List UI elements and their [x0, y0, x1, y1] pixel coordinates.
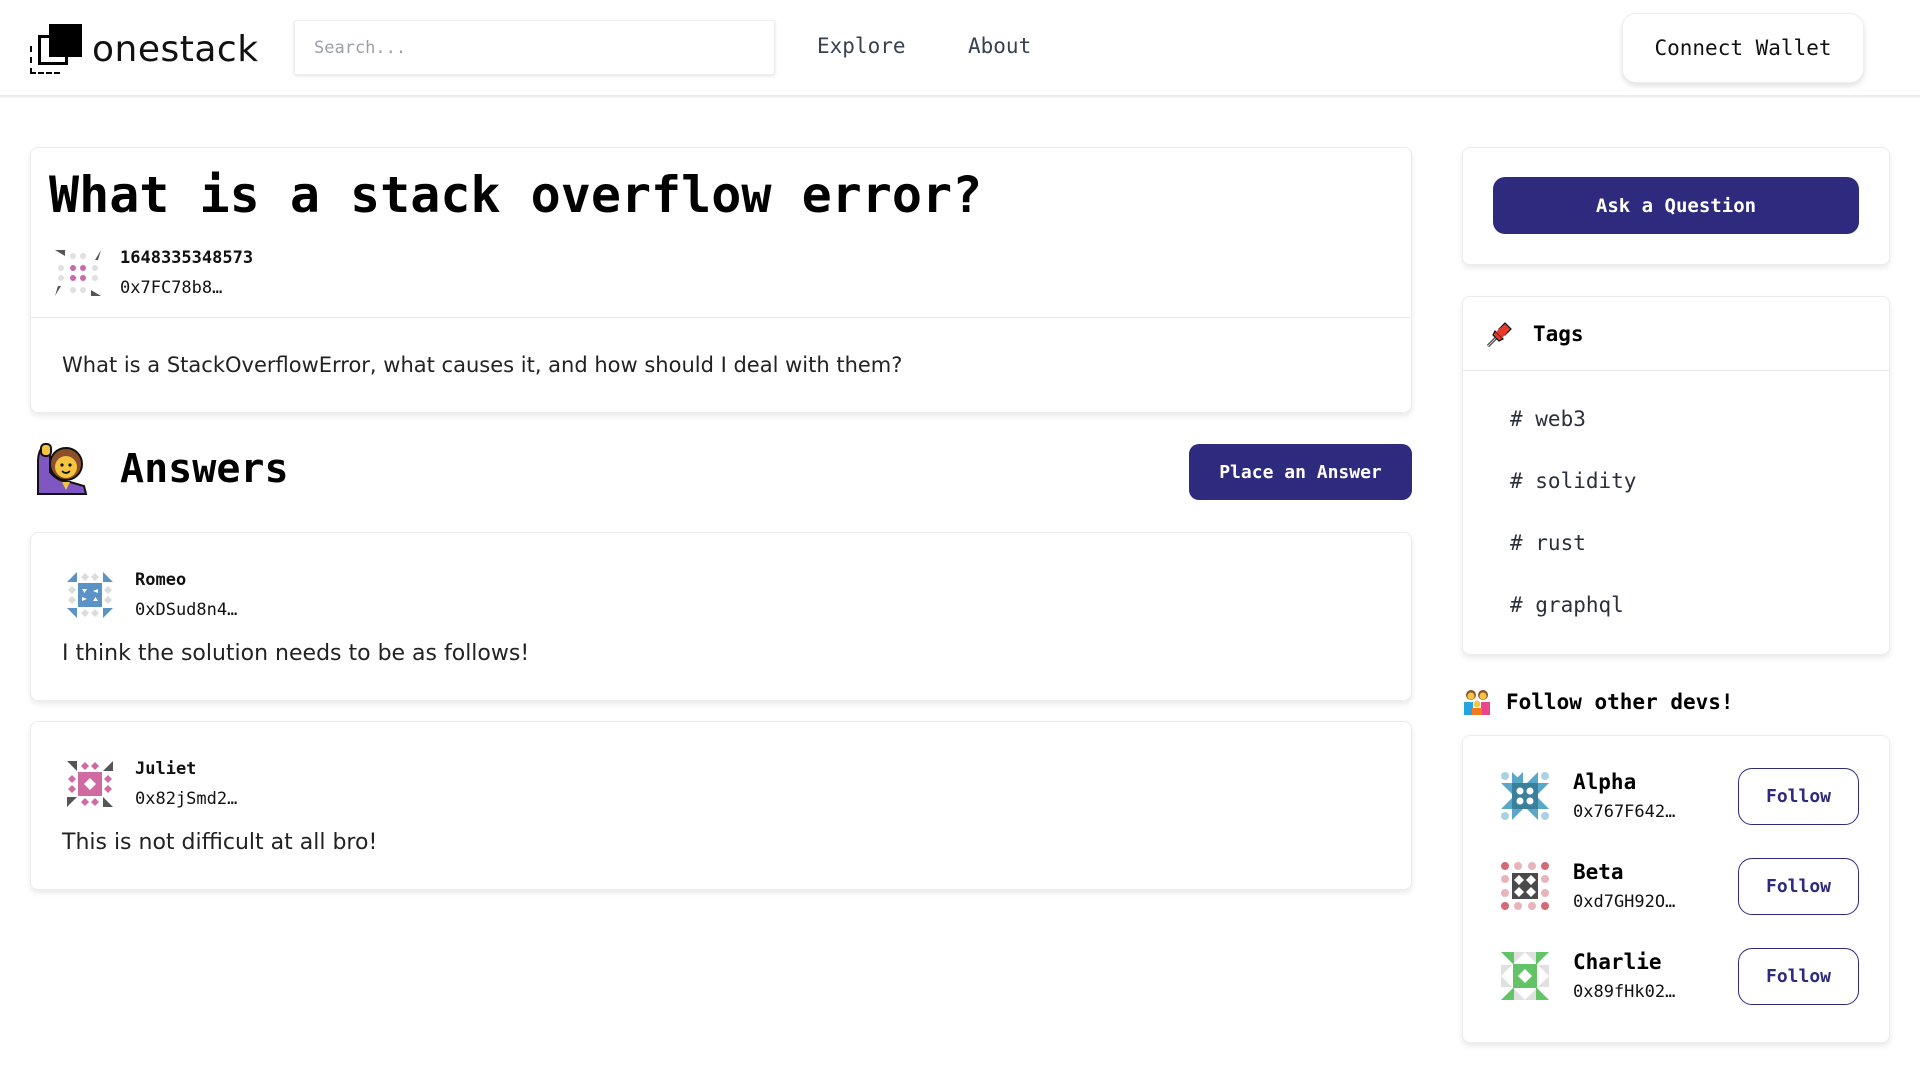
answer-card: Juliet 0x82jSmd2… This is not difficult …: [30, 721, 1412, 890]
search-box: [294, 20, 775, 75]
follow-button[interactable]: Follow: [1738, 948, 1859, 1005]
answer-author: Romeo 0xDSud8n4…: [65, 565, 237, 625]
dev-address: 0x767F642…: [1573, 802, 1676, 822]
answer-author-address[interactable]: 0xDSud8n4…: [135, 595, 237, 625]
tags-header: Tags: [1485, 319, 1584, 349]
identicon-avatar-icon[interactable]: [1499, 860, 1551, 912]
answer-body: This is not difficult at all bro!: [62, 830, 378, 855]
question-title: What is a stack overflow error?: [49, 166, 983, 224]
answer-author: Juliet 0x82jSmd2…: [65, 754, 237, 814]
identicon-avatar-icon[interactable]: [65, 759, 115, 809]
answer-author-address[interactable]: 0x82jSmd2…: [135, 784, 237, 814]
dev-address: 0xd7GH92O…: [1573, 892, 1676, 912]
answer-body: I think the solution needs to be as foll…: [62, 641, 530, 666]
connect-wallet-button[interactable]: Connect Wallet: [1622, 13, 1864, 83]
follow-title: Follow other devs!: [1506, 690, 1734, 714]
dev-item: Alpha 0x767F642… Follow: [1499, 766, 1859, 826]
follow-devs-card: Alpha 0x767F642… Follow Beta 0xd7GH92O… …: [1462, 735, 1890, 1043]
place-answer-button[interactable]: Place an Answer: [1189, 444, 1412, 500]
follow-button[interactable]: Follow: [1738, 858, 1859, 915]
question-author: 1648335348573 0x7FC78b8…: [53, 243, 253, 303]
nav-link-about[interactable]: About: [968, 34, 1031, 58]
tag-rust[interactable]: # rust: [1510, 531, 1586, 555]
family-icon: [1464, 690, 1490, 715]
tag-web3[interactable]: # web3: [1510, 407, 1586, 431]
answers-title: Answers: [120, 446, 289, 492]
identicon-avatar-icon[interactable]: [1499, 950, 1551, 1002]
nav-link-explore[interactable]: Explore: [817, 34, 906, 58]
dev-address: 0x89fHk02…: [1573, 982, 1676, 1002]
search-input[interactable]: [295, 21, 774, 74]
answer-card: Romeo 0xDSud8n4… I think the solution ne…: [30, 532, 1412, 701]
answer-author-name[interactable]: Romeo: [135, 565, 237, 595]
answer-author-name[interactable]: Juliet: [135, 754, 237, 784]
dev-name[interactable]: Beta: [1573, 856, 1733, 888]
identicon-avatar-icon[interactable]: [65, 570, 115, 620]
dev-name[interactable]: Charlie: [1573, 946, 1733, 978]
answers-header: Answers: [34, 442, 289, 496]
dev-item: Charlie 0x89fHk02… Follow: [1499, 946, 1859, 1006]
question-author-address[interactable]: 0x7FC78b8…: [120, 273, 253, 303]
brand-logo[interactable]: onestack: [30, 24, 259, 74]
divider: [1463, 370, 1889, 371]
tag-solidity[interactable]: # solidity: [1510, 469, 1636, 493]
dev-name[interactable]: Alpha: [1573, 766, 1733, 798]
dev-item: Beta 0xd7GH92O… Follow: [1499, 856, 1859, 916]
follow-button[interactable]: Follow: [1738, 768, 1859, 825]
stacked-squares-logo-icon: [30, 24, 82, 74]
question-card: What is a stack overflow error? 16483353…: [30, 147, 1412, 413]
question-timestamp: 1648335348573: [120, 248, 254, 268]
ask-question-card: Ask a Question: [1462, 147, 1890, 265]
follow-header: Follow other devs!: [1462, 688, 1734, 716]
pushpin-icon: [1486, 322, 1512, 348]
divider: [31, 317, 1411, 318]
identicon-avatar-icon[interactable]: [1499, 770, 1551, 822]
brand-name: onestack: [92, 28, 259, 70]
question-body: What is a StackOverflowError, what cause…: [62, 353, 903, 377]
ask-question-button[interactable]: Ask a Question: [1493, 177, 1859, 234]
tags-title: Tags: [1533, 322, 1584, 346]
tag-graphql[interactable]: # graphql: [1510, 593, 1624, 617]
top-navbar: onestack Explore About Connect Wallet: [0, 0, 1920, 97]
tags-card: Tags # web3 # solidity # rust # graphql: [1462, 296, 1890, 655]
identicon-avatar-icon[interactable]: [53, 248, 103, 298]
person-raising-hand-icon: [37, 443, 88, 495]
